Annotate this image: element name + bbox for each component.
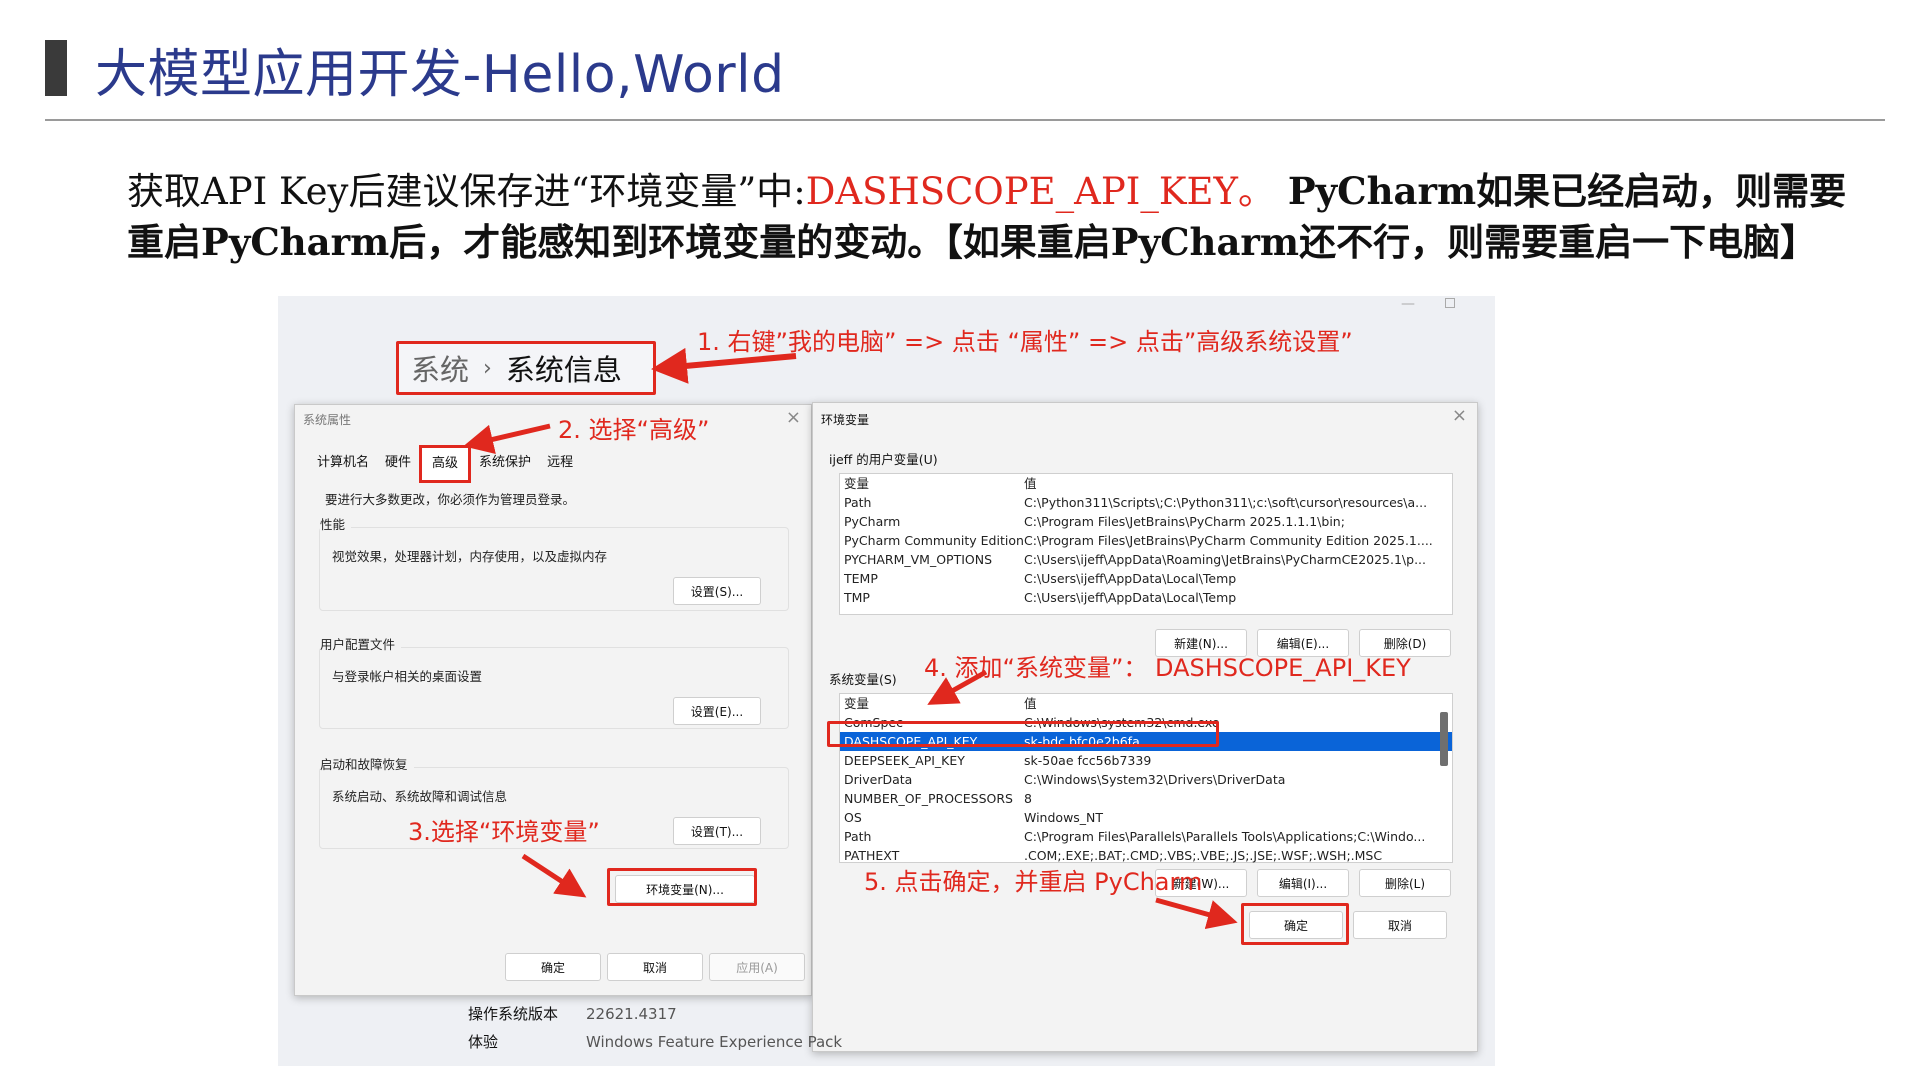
scrollbar-thumb[interactable]	[1440, 712, 1448, 766]
tab-bar: 计算机名 硬件 高级 系统保护 远程	[309, 445, 581, 483]
user-vars-list[interactable]: 变量 值 Path C:\Python311\Scripts\;C:\Python…	[839, 473, 1453, 615]
os-build-label: 操作系统版本	[468, 1005, 559, 1023]
apply-button[interactable]: 应用(A)	[709, 953, 805, 981]
sys_vars-row[interactable]: OS Windows_NT	[840, 808, 1452, 827]
system-info-lines: 操作系统版本 22621.4317 体验 Windows Feature Exper…	[468, 1000, 842, 1056]
variable-value: Windows_NT	[1024, 810, 1104, 825]
variable-name: PyCharm	[844, 514, 901, 529]
system-vars-label: 系统变量(S)	[829, 672, 897, 687]
slide-title: 大模型应用开发-Hello,World	[95, 45, 785, 105]
breadcrumb-parent[interactable]: 系统	[411, 347, 469, 389]
col-variable[interactable]: 变量	[840, 694, 1024, 713]
variable-name: PyCharm Community Edition	[844, 533, 1024, 548]
variable-value: C:\Program Files\Parallels\Parallels Too…	[1024, 829, 1426, 844]
breadcrumb: 系统 › 系统信息	[396, 341, 656, 395]
intro-api-key-name: DASHSCOPE_API_KEY。	[805, 170, 1275, 213]
annotation-step5: 5. 点击确定，并重启 PyCharm	[864, 868, 1203, 896]
user_vars-row[interactable]: PYCHARM_VM_OPTIONS C:\Users\ijeff\AppData…	[840, 550, 1452, 569]
sys_vars-row[interactable]: NUMBER_OF_PROCESSORS 8	[840, 789, 1452, 808]
highlight-dashscope-row	[827, 721, 1219, 747]
col-value[interactable]: 值	[1024, 694, 1452, 713]
user-vars-label: ijeff 的用户变量(U)	[829, 452, 938, 467]
system-properties-dialog: 系统属性 × 计算机名 硬件 高级 系统保护 远程 要进行大多数更改，你必须作为…	[294, 404, 812, 996]
variable-name: PYCHARM_VM_OPTIONS	[844, 552, 993, 567]
tab-hardware[interactable]: 硬件	[377, 451, 419, 483]
variable-value: C:\Python311\Scripts\;C:\Python311\;c:\s…	[1024, 495, 1428, 510]
variable-name: Path	[844, 829, 872, 844]
ok-button[interactable]: 确定	[505, 953, 601, 981]
experience-value: Windows Feature Experience Pack	[586, 1033, 843, 1051]
user_vars-row[interactable]: TMP C:\Users\ijeff\AppData\Local\Temp	[840, 588, 1452, 607]
tab-advanced[interactable]: 高级	[419, 445, 472, 483]
title-divider	[45, 119, 1885, 121]
annotation-step1: 1. 右键”我的电脑” => 点击 “属性” => 点击”高级系统设置”	[697, 328, 1353, 356]
cancel-button[interactable]: 取消	[607, 953, 703, 981]
list-header: 变量 值	[840, 474, 1452, 493]
intro-paragraph: 获取API Key后建议保存进“环境变量”中:DASHSCOPE_API_KEY…	[127, 166, 1857, 267]
performance-desc: 视觉效果，处理器计划，内存使用，以及虚拟内存	[332, 549, 608, 564]
sys_vars-row[interactable]: Path C:\Program Files\Parallels\Parallels…	[840, 827, 1452, 846]
highlight-env-button	[607, 868, 757, 906]
tab-computer-name[interactable]: 计算机名	[309, 451, 377, 483]
user_vars-row[interactable]: TEMP C:\Users\ijeff\AppData\Local\Temp	[840, 569, 1452, 588]
performance-label: 性能	[320, 514, 352, 533]
tab-system-protection[interactable]: 系统保护	[471, 451, 539, 483]
performance-settings-button[interactable]: 设置(S)...	[673, 577, 761, 605]
startup-recovery-desc: 系统启动、系统故障和调试信息	[332, 789, 508, 804]
annotation-step2: 2. 选择“高级”	[558, 416, 710, 444]
admin-note: 要进行大多数更改，你必须作为管理员登录。	[325, 492, 576, 507]
delete-system-var-button[interactable]: 删除(L)	[1359, 869, 1451, 897]
variable-name: OS	[844, 810, 862, 825]
maximize-icon[interactable]	[1445, 298, 1455, 308]
annotation-step3: 3.选择“环境变量”	[408, 818, 600, 846]
user_vars-row[interactable]: PyCharm Community Edition C:\Program File…	[840, 531, 1452, 550]
system-vars-list[interactable]: 变量 值 ComSpec C:\Windows\system32\cmd.exe D…	[839, 693, 1453, 863]
highlight-ok-button	[1241, 903, 1349, 945]
startup-recovery-label: 启动和故障恢复	[320, 754, 414, 773]
breadcrumb-current: 系统信息	[505, 353, 622, 387]
startup-settings-button[interactable]: 设置(T)...	[673, 817, 761, 845]
windows-settings-screenshot: — 系统 › 系统信息 1. 右键”我的电脑” => 点击 “属性” => 点击…	[278, 296, 1495, 1066]
variable-value: C:\Users\ijeff\AppData\Roaming\JetBrains…	[1024, 552, 1426, 567]
variable-value: C:\Program Files\JetBrains\PyCharm Commu…	[1024, 533, 1433, 548]
user-profile-settings-button[interactable]: 设置(E)...	[673, 697, 761, 725]
variable-value: 8	[1024, 791, 1032, 806]
user_vars-row[interactable]: PyCharm C:\Program Files\JetBrains\PyChar…	[840, 512, 1452, 531]
annotation-step4: 4. 添加“系统变量”： DASHSCOPE_API_KEY	[924, 654, 1411, 682]
variable-name: TEMP	[844, 571, 878, 586]
dialog-title: 环境变量	[821, 413, 870, 427]
env-cancel-button[interactable]: 取消	[1353, 911, 1447, 939]
variable-name: TMP	[844, 590, 870, 605]
variable-name: DEEPSEEK_API_KEY	[844, 753, 965, 768]
dialog-title: 系统属性	[303, 413, 352, 427]
variable-name: DriverData	[844, 772, 913, 787]
intro-text-a: 获取API Key后建议保存进“环境变量”中:	[127, 170, 806, 213]
experience-label: 体验	[468, 1033, 499, 1051]
user-profile-desc: 与登录帐户相关的桌面设置	[332, 669, 483, 684]
title-accent-bar	[45, 40, 67, 96]
tab-remote[interactable]: 远程	[539, 451, 581, 483]
variable-value: C:\Windows\System32\Drivers\DriverData	[1024, 772, 1286, 787]
user-profile-label: 用户配置文件	[320, 634, 402, 653]
environment-variables-dialog: 环境变量 × ijeff 的用户变量(U) 变量 值 Path C:\Python…	[812, 402, 1478, 1052]
col-value[interactable]: 值	[1024, 474, 1452, 493]
chevron-right-icon: ›	[483, 355, 492, 381]
user_vars-row[interactable]: Path C:\Python311\Scripts\;C:\Python311\;…	[840, 493, 1452, 512]
close-icon[interactable]: ×	[786, 407, 801, 428]
variable-name: Path	[844, 495, 872, 510]
variable-name: NUMBER_OF_PROCESSORS	[844, 791, 1013, 806]
edit-system-var-button[interactable]: 编辑(I)...	[1257, 869, 1349, 897]
sys_vars-row[interactable]: DEEPSEEK_API_KEY sk-50ae fcc56b7339	[840, 751, 1452, 770]
variable-value: C:\Users\ijeff\AppData\Local\Temp	[1024, 571, 1237, 586]
minimize-icon[interactable]: —	[1401, 296, 1415, 312]
sys_vars-row[interactable]: DriverData C:\Windows\System32\Drivers\Dr…	[840, 770, 1452, 789]
col-variable[interactable]: 变量	[840, 474, 1024, 493]
list-header: 变量 值	[840, 694, 1452, 713]
close-icon[interactable]: ×	[1452, 405, 1467, 426]
variable-value: C:\Program Files\JetBrains\PyCharm 2025.…	[1024, 514, 1345, 529]
variable-value: C:\Users\ijeff\AppData\Local\Temp	[1024, 590, 1237, 605]
variable-value: sk-50ae fcc56b7339	[1024, 753, 1152, 768]
os-build-value: 22621.4317	[586, 1005, 677, 1023]
arrow-to-breadcrumb	[651, 347, 797, 384]
